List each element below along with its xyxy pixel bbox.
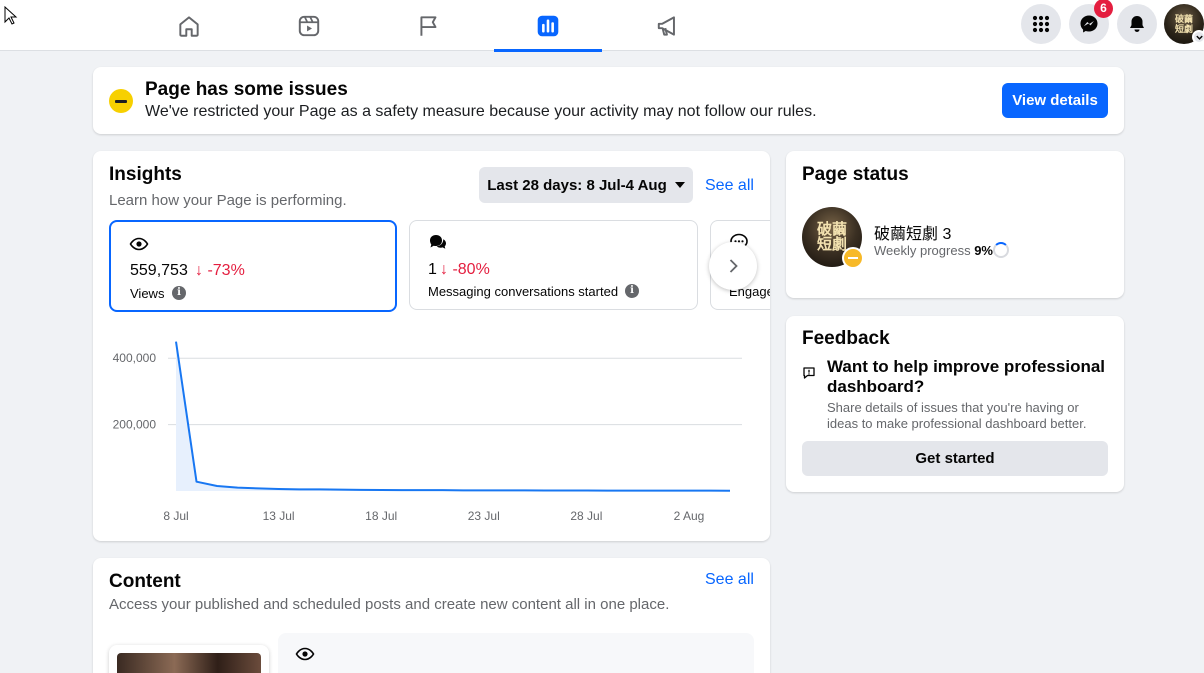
bell-icon	[1130, 16, 1144, 32]
mouse-cursor-icon	[4, 6, 18, 25]
menu-button[interactable]	[1021, 4, 1061, 44]
metric-label: Views	[130, 286, 165, 301]
post-stats-panel	[278, 633, 754, 673]
metric-label: Messaging conversations started	[428, 284, 619, 299]
video-icon	[298, 15, 320, 36]
content-subtitle: Access your published and scheduled post…	[109, 596, 670, 613]
chat-bubbles-icon	[430, 235, 446, 249]
metric-change: ↓ -73%	[195, 262, 245, 279]
caret-down-icon	[674, 182, 685, 188]
chart-x-tick-label: 2 Aug	[674, 509, 705, 523]
insights-icon	[537, 15, 559, 36]
warning-icon	[109, 89, 133, 113]
chart-area-fill	[176, 341, 730, 491]
home-icon	[179, 15, 199, 37]
info-icon[interactable]: i	[172, 286, 186, 300]
tab-flag[interactable]	[375, 0, 483, 51]
chevron-right-icon	[729, 259, 738, 273]
page-name[interactable]: 破繭短劇 3	[874, 220, 951, 244]
insights-title: Insights	[109, 164, 182, 185]
alert-title: Page has some issues	[145, 79, 348, 100]
date-range-dropdown[interactable]: Last 28 days: 8 Jul-4 Aug	[479, 167, 693, 203]
metric-value: 1	[428, 261, 437, 278]
post-thumbnail-image	[117, 653, 261, 673]
view-details-button[interactable]: View details	[1002, 83, 1108, 118]
insights-see-all-link[interactable]: See all	[705, 177, 754, 195]
weekly-progress: Weekly progress 9%	[874, 243, 993, 258]
metric-card-messaging[interactable]: 1 ↓ -80% Messaging conversations started…	[409, 220, 698, 310]
chart-x-tick-label: 28 Jul	[570, 509, 602, 523]
top-navigation-bar: 6 破繭 短劇	[0, 0, 1204, 52]
tab-ads[interactable]	[614, 0, 722, 51]
grid-menu-icon	[1032, 15, 1050, 33]
next-metrics-button[interactable]	[709, 242, 757, 290]
tab-home[interactable]	[135, 0, 243, 51]
chart-x-tick-label: 8 Jul	[163, 509, 188, 523]
chart-x-tick-label: 13 Jul	[263, 509, 295, 523]
page-status-title: Page status	[802, 164, 909, 185]
messenger-icon	[1080, 15, 1098, 33]
restricted-status-badge-icon	[842, 247, 864, 269]
content-see-all-link[interactable]: See all	[705, 571, 754, 589]
progress-ring-icon	[993, 242, 1009, 258]
chart-x-tick-label: 23 Jul	[468, 509, 500, 523]
metric-value: 559,753	[130, 262, 188, 279]
chevron-down-icon	[1195, 35, 1203, 40]
chart-y-tick-label: 400,000	[113, 351, 157, 365]
content-title: Content	[109, 571, 181, 592]
tab-insights[interactable]	[494, 0, 602, 52]
chart-y-tick-label: 200,000	[113, 418, 157, 432]
eye-icon	[129, 237, 149, 251]
feedback-title: Feedback	[802, 328, 890, 349]
feedback-description: Share details of issues that you're havi…	[827, 400, 1087, 431]
date-range-label: Last 28 days: 8 Jul-4 Aug	[487, 176, 667, 194]
svg-text:破繭: 破繭	[1175, 13, 1193, 25]
views-line-chart: 200,000 400,000 8 Jul 13 Jul 18 Jul 23 Jul 28 …	[113, 341, 742, 523]
eye-icon	[295, 647, 315, 661]
account-menu-caret[interactable]	[1192, 30, 1204, 44]
tab-video[interactable]	[255, 0, 363, 51]
weekly-progress-value: 9%	[974, 243, 993, 258]
insights-subtitle: Learn how your Page is performing.	[109, 192, 347, 209]
svg-text:短劇: 短劇	[1175, 23, 1193, 35]
metric-card-views[interactable]: 559,753 ↓ -73% Views i	[109, 220, 397, 312]
post-thumbnail[interactable]	[109, 645, 269, 673]
feedback-message-icon	[803, 367, 815, 379]
info-icon[interactable]: i	[625, 284, 639, 298]
metric-change: ↓ -80%	[440, 261, 490, 278]
chart-series-line	[175, 341, 731, 492]
megaphone-icon	[657, 15, 675, 36]
alert-message: We've restricted your Page as a safety m…	[145, 103, 817, 120]
chart-x-tick-label: 18 Jul	[365, 509, 397, 523]
feedback-question: Want to help improve professional dashbo…	[827, 357, 1106, 396]
flag-icon	[420, 15, 437, 36]
messenger-button[interactable]: 6	[1069, 0, 1113, 44]
notifications-button[interactable]	[1117, 4, 1157, 44]
get-started-button[interactable]: Get started	[802, 441, 1108, 476]
messenger-badge: 6	[1094, 0, 1113, 18]
weekly-progress-label: Weekly progress	[874, 243, 971, 258]
page-avatar-text: 破繭短劇	[816, 220, 847, 253]
